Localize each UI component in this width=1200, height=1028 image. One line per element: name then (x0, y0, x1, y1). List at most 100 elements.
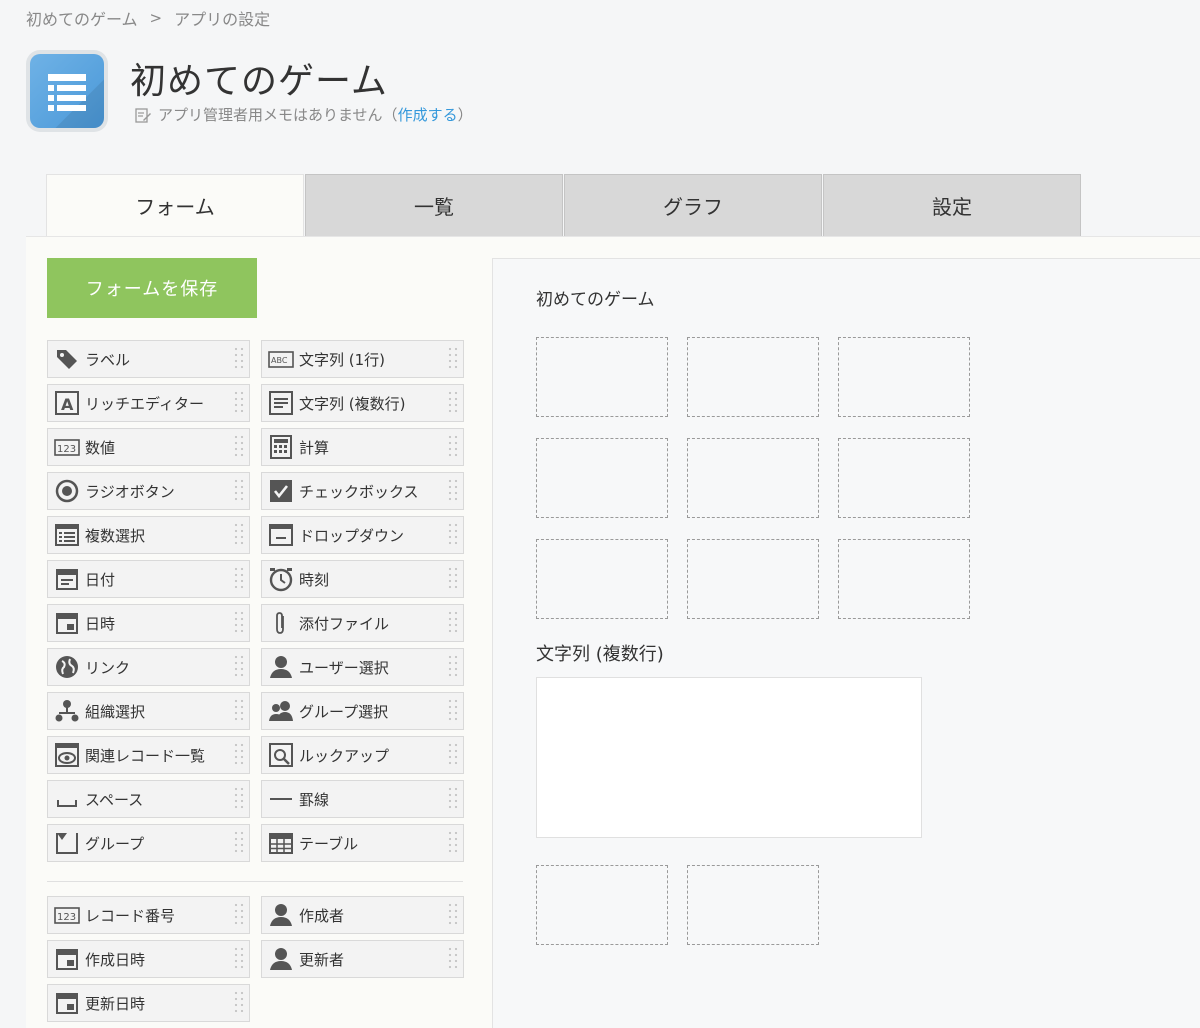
palette-item-label: 数値 (85, 438, 116, 457)
drag-handle-icon[interactable] (233, 786, 245, 812)
svg-text:ABC: ABC (271, 356, 288, 365)
empty-field-slot[interactable] (838, 438, 970, 518)
tab-graph[interactable]: グラフ (564, 174, 822, 236)
tab-bar: フォーム 一覧 グラフ 設定 (46, 174, 1082, 236)
breadcrumb-separator: > (149, 9, 163, 27)
palette-item-text-single[interactable]: ABC 文字列 (1行) (261, 340, 464, 378)
drag-handle-icon[interactable] (447, 522, 459, 548)
empty-field-slot[interactable] (687, 438, 819, 518)
drag-handle-icon[interactable] (233, 742, 245, 768)
drag-handle-icon[interactable] (233, 946, 245, 972)
related-records-icon (53, 741, 81, 769)
drag-handle-icon[interactable] (233, 830, 245, 856)
palette-item-rich-editor[interactable]: A リッチエディター (47, 384, 250, 422)
breadcrumb-app-link[interactable]: 初めてのゲーム (26, 6, 138, 30)
text-single-icon: ABC (267, 345, 295, 373)
palette-item-label: 更新日時 (85, 994, 146, 1013)
drag-handle-icon[interactable] (447, 610, 459, 636)
empty-field-slot[interactable] (838, 539, 970, 619)
empty-field-slot[interactable] (536, 438, 668, 518)
drag-handle-icon[interactable] (233, 610, 245, 636)
palette-item-org[interactable]: 組織選択 (47, 692, 250, 730)
palette-item-number[interactable]: 123 数値 (47, 428, 250, 466)
drag-handle-icon[interactable] (233, 566, 245, 592)
tab-settings[interactable]: 設定 (823, 174, 1081, 236)
palette-item-calculator[interactable]: 計算 (261, 428, 464, 466)
empty-field-slot[interactable] (536, 337, 668, 417)
palette-item-paperclip[interactable]: 添付ファイル (261, 604, 464, 642)
multiline-text-field[interactable] (536, 677, 922, 838)
table-icon (267, 829, 295, 857)
svg-text:123: 123 (57, 912, 76, 923)
empty-field-slot[interactable] (687, 539, 819, 619)
palette-item-creator[interactable]: 作成者 (261, 896, 464, 934)
drag-handle-icon[interactable] (447, 654, 459, 680)
palette-item-clock[interactable]: 時刻 (261, 560, 464, 598)
empty-field-slot[interactable] (687, 337, 819, 417)
palette-item-label: リッチエディター (85, 394, 204, 413)
svg-text:A: A (61, 395, 74, 414)
memo-edit-icon (135, 107, 151, 123)
palette-item-user[interactable]: ユーザー選択 (261, 648, 464, 686)
drag-handle-icon[interactable] (233, 346, 245, 372)
palette-item-label: 更新者 (299, 950, 345, 969)
palette-item-users[interactable]: グループ選択 (261, 692, 464, 730)
save-form-button[interactable]: フォームを保存 (47, 258, 257, 318)
drag-handle-icon[interactable] (447, 434, 459, 460)
palette-item-label: ユーザー選択 (299, 658, 389, 677)
palette-divider (47, 881, 463, 882)
radio-icon (53, 477, 81, 505)
palette-item-dropdown[interactable]: ドロップダウン (261, 516, 464, 554)
tab-form[interactable]: フォーム (46, 174, 304, 236)
drag-handle-icon[interactable] (233, 522, 245, 548)
tab-list[interactable]: 一覧 (305, 174, 563, 236)
drag-handle-icon[interactable] (233, 478, 245, 504)
palette-item-tag[interactable]: ラベル (47, 340, 250, 378)
dropdown-icon (267, 521, 295, 549)
palette-item-group[interactable]: グループ (47, 824, 250, 862)
palette-item-checkbox[interactable]: チェックボックス (261, 472, 464, 510)
palette-item-date[interactable]: 日付 (47, 560, 250, 598)
drag-handle-icon[interactable] (447, 742, 459, 768)
drag-handle-icon[interactable] (233, 698, 245, 724)
drag-handle-icon[interactable] (233, 902, 245, 928)
drag-handle-icon[interactable] (447, 902, 459, 928)
empty-field-slot[interactable] (536, 865, 668, 945)
palette-item-text-multi[interactable]: 文字列 (複数行) (261, 384, 464, 422)
empty-field-slot[interactable] (536, 539, 668, 619)
drag-handle-icon[interactable] (447, 346, 459, 372)
drag-handle-icon[interactable] (447, 786, 459, 812)
text-multi-icon (267, 389, 295, 417)
drag-handle-icon[interactable] (447, 566, 459, 592)
drag-handle-icon[interactable] (447, 946, 459, 972)
create-memo-link[interactable]: 作成する (398, 106, 458, 124)
drag-handle-icon[interactable] (447, 698, 459, 724)
palette-item-datetime[interactable]: 日時 (47, 604, 250, 642)
palette-item-label: 時刻 (299, 570, 330, 589)
palette-item-line[interactable]: 罫線 (261, 780, 464, 818)
drag-handle-icon[interactable] (233, 654, 245, 680)
palette-item-updater[interactable]: 更新者 (261, 940, 464, 978)
palette-item-related-records[interactable]: 関連レコード一覧 (47, 736, 250, 774)
empty-field-slot[interactable] (687, 865, 819, 945)
date-icon (53, 565, 81, 593)
palette-item-table[interactable]: テーブル (261, 824, 464, 862)
palette-item-space[interactable]: スペース (47, 780, 250, 818)
drag-handle-icon[interactable] (447, 830, 459, 856)
drag-handle-icon[interactable] (233, 990, 245, 1016)
palette-item-created-date[interactable]: 作成日時 (47, 940, 250, 978)
palette-item-globe[interactable]: リンク (47, 648, 250, 686)
user-icon (267, 653, 295, 681)
palette-item-label: 罫線 (299, 790, 330, 809)
drag-handle-icon[interactable] (447, 390, 459, 416)
palette-item-lookup[interactable]: ルックアップ (261, 736, 464, 774)
palette-item-multi-select[interactable]: 複数選択 (47, 516, 250, 554)
palette-item-radio[interactable]: ラジオボタン (47, 472, 250, 510)
palette-item-updated-date[interactable]: 更新日時 (47, 984, 250, 1022)
drag-handle-icon[interactable] (233, 390, 245, 416)
palette-item-record-number[interactable]: 123 レコード番号 (47, 896, 250, 934)
empty-field-slot[interactable] (838, 337, 970, 417)
space-icon (53, 785, 81, 813)
drag-handle-icon[interactable] (447, 478, 459, 504)
drag-handle-icon[interactable] (233, 434, 245, 460)
